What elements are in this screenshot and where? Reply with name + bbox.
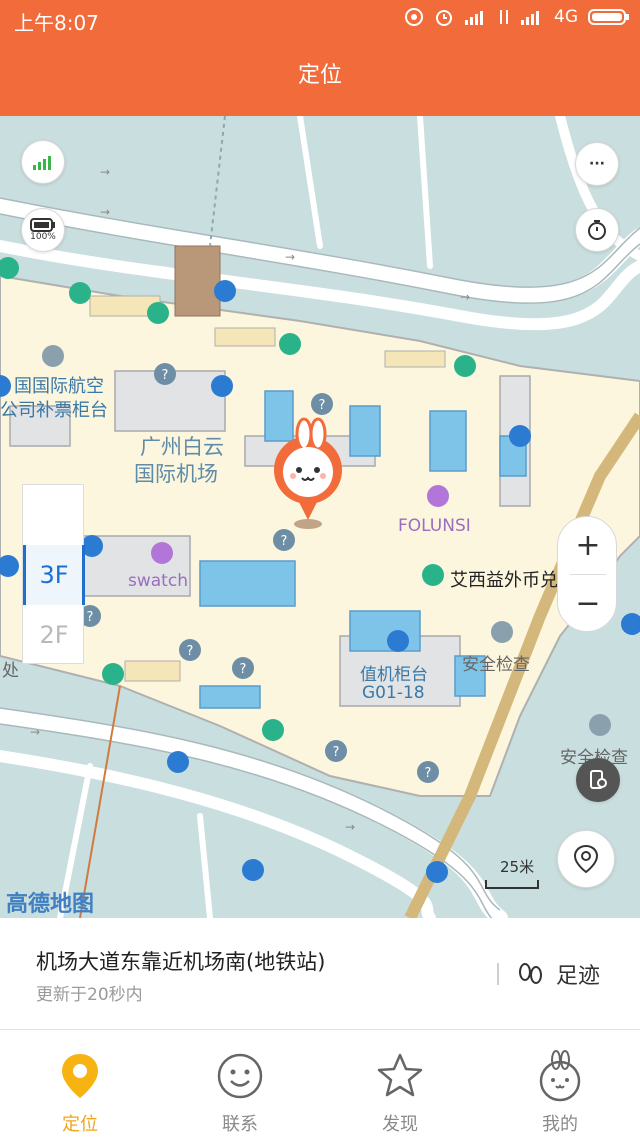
more-options-button[interactable]: ···: [575, 142, 619, 186]
more-icon: ···: [589, 156, 605, 172]
battery-level-button[interactable]: 100%: [21, 208, 65, 252]
zoom-out-button[interactable]: −: [558, 575, 618, 633]
svg-text:→: →: [460, 290, 470, 304]
location-pin-icon: [62, 1054, 98, 1098]
indoor-map-toggle-button[interactable]: [576, 758, 620, 802]
signal-strength-button[interactable]: [21, 140, 65, 184]
floor-2f[interactable]: 2F: [23, 605, 85, 665]
phone-location-icon: [590, 770, 607, 789]
status-bar: 上午8:07 4G: [0, 0, 640, 36]
poi-label-intl-airline[interactable]: 国国际航空: [14, 372, 104, 398]
svg-text:?: ?: [162, 368, 169, 383]
svg-text:→: →: [100, 205, 110, 219]
zoom-in-button[interactable]: +: [558, 517, 618, 575]
poi-label-checkin-1[interactable]: 值机柜台: [360, 660, 428, 685]
map-label-airport-1: 广州白云: [140, 435, 224, 459]
location-card[interactable]: 机场大道东靠近机场南(地铁站) 更新于20秒内 足迹: [0, 918, 640, 1030]
floor-3f[interactable]: 3F: [23, 545, 85, 605]
svg-text:→: →: [285, 250, 295, 264]
current-address: 机场大道东靠近机场南(地铁站): [36, 950, 326, 974]
svg-text:?: ?: [187, 644, 194, 659]
timer-button[interactable]: [575, 208, 619, 252]
svg-text:?: ?: [319, 398, 326, 413]
rabbit-face-icon: [539, 1050, 581, 1102]
tab-discover[interactable]: 发现: [320, 1030, 480, 1138]
poi-label-folunsi[interactable]: FOLUNSI: [398, 516, 471, 536]
stopwatch-icon: [588, 220, 606, 240]
alarm-icon: [436, 10, 452, 26]
svg-text:?: ?: [87, 610, 94, 625]
signal-icon-2: [521, 11, 539, 25]
header: 定位: [0, 36, 640, 116]
floor-selector: 3F 2F: [22, 484, 85, 665]
bottom-tab-bar: 定位 联系 发现 我的: [0, 1030, 640, 1138]
svg-text:?: ?: [333, 745, 340, 760]
tab-contacts[interactable]: 联系: [160, 1030, 320, 1138]
status-icons: 4G: [404, 7, 630, 27]
battery-icon: [588, 9, 629, 25]
locate-me-button[interactable]: [557, 830, 615, 888]
hotspot-icon: [405, 8, 423, 26]
star-icon: [377, 1053, 423, 1097]
scale-label: 25米: [500, 858, 535, 876]
status-time: 上午8:07: [14, 11, 99, 35]
tab-me[interactable]: 我的: [480, 1030, 640, 1138]
battery-status-icon: [30, 218, 55, 232]
svg-text:?: ?: [281, 534, 288, 549]
signal-icon: [465, 11, 483, 25]
poi-label-checkin-2[interactable]: G01-18: [362, 683, 425, 703]
tab-label-locate: 定位: [62, 1114, 98, 1135]
poi-label-swatch[interactable]: swatch: [128, 571, 188, 591]
trail-label: 足迹: [556, 964, 601, 989]
map-label-airport-2: 国际机场: [134, 462, 218, 486]
map-view[interactable]: → → → → → → ? ? ? ? ? ? ? ? 国国际航空 公司补票柜台…: [0, 116, 640, 918]
user-location-marker[interactable]: [272, 412, 344, 530]
page-title: 定位: [297, 63, 342, 88]
location-pin-outline-icon: [573, 844, 599, 874]
network-type: 4G: [554, 7, 578, 27]
svg-text:→: →: [30, 725, 40, 739]
tab-label-contacts: 联系: [222, 1114, 258, 1135]
data-arrows-icon: [500, 10, 508, 24]
poi-label-security-1[interactable]: 安全检查: [462, 650, 530, 675]
zoom-controls: + −: [557, 516, 617, 632]
tab-label-discover: 发现: [382, 1114, 418, 1135]
signal-bars-icon: [33, 156, 51, 170]
tab-locate[interactable]: 定位: [0, 1030, 160, 1138]
svg-text:?: ?: [425, 766, 432, 781]
card-divider: [497, 963, 499, 985]
trail-button[interactable]: 足迹: [516, 958, 600, 990]
svg-text:→: →: [100, 165, 110, 179]
amap-logo: 高德地图: [6, 892, 95, 917]
svg-text:→: →: [345, 820, 355, 834]
svg-text:?: ?: [240, 662, 247, 677]
smiley-icon: [217, 1053, 263, 1099]
update-time: 更新于20秒内: [36, 985, 143, 1005]
poi-label-left-edge[interactable]: 处: [2, 656, 19, 681]
tab-label-me: 我的: [542, 1114, 578, 1135]
footprints-icon: [519, 963, 542, 984]
poi-label-ticket-counter[interactable]: 公司补票柜台: [0, 396, 108, 422]
battery-percentage: 100%: [30, 232, 56, 242]
